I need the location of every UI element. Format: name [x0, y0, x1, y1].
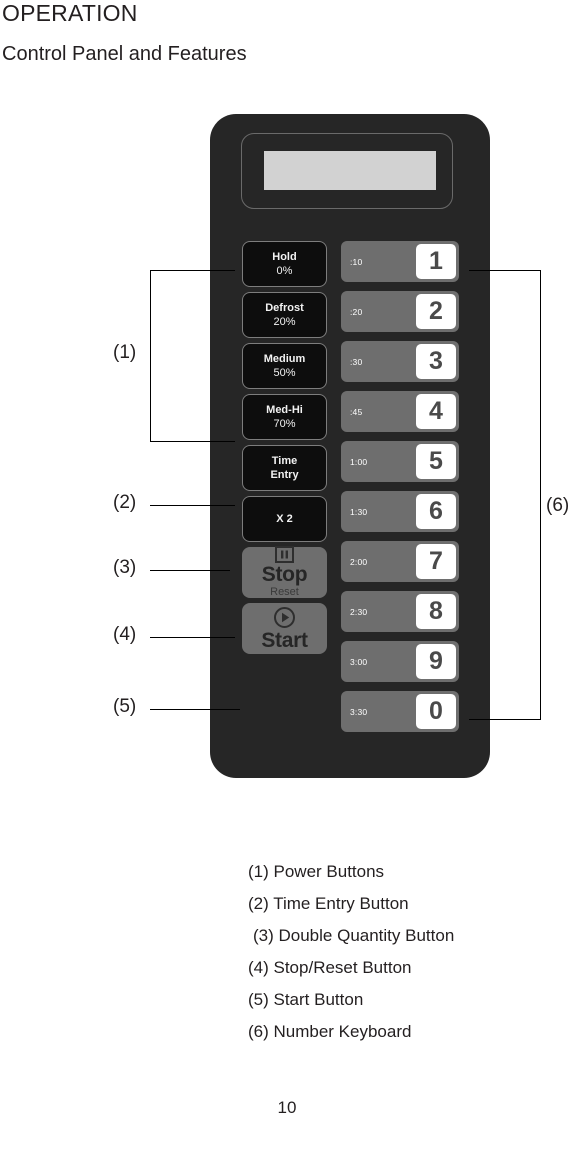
key-row-2[interactable]: :20 2 — [341, 291, 459, 332]
key-time-9: 3:00 — [350, 656, 368, 667]
page-subtitle: Control Panel and Features — [2, 43, 247, 65]
callout-label-1: (1) — [113, 342, 137, 363]
key-row-1[interactable]: :10 1 — [341, 241, 459, 282]
legend-item-4: (4) Stop/Reset Button — [248, 958, 412, 977]
power-button-med-hi[interactable]: Med-Hi 70% — [242, 394, 327, 440]
legend-list: (1) Power Buttons (2) Time Entry Button … — [248, 856, 548, 1048]
callout-leader-2 — [150, 505, 235, 506]
callout-leader-3 — [150, 570, 230, 571]
callout-bracket-1-top — [150, 270, 235, 271]
key-digit-7[interactable]: 7 — [416, 544, 456, 579]
time-entry-label-line2: Entry — [270, 469, 299, 481]
callout-leader-5 — [150, 709, 240, 710]
callout-label-2: (2) — [113, 492, 137, 513]
key-digit-5[interactable]: 5 — [416, 444, 456, 479]
time-entry-button[interactable]: Time Entry — [242, 445, 327, 491]
key-time-8: 2:30 — [350, 606, 368, 617]
key-digit-6[interactable]: 6 — [416, 494, 456, 529]
key-time-3: :30 — [350, 356, 363, 367]
callout-label-4: (4) — [113, 624, 137, 645]
key-row-4[interactable]: :45 4 — [341, 391, 459, 432]
callout-leader-4 — [150, 637, 235, 638]
key-row-3[interactable]: :30 3 — [341, 341, 459, 382]
legend-item-1: (1) Power Buttons — [248, 862, 385, 881]
start-button-label: Start — [261, 628, 308, 652]
key-digit-1[interactable]: 1 — [416, 244, 456, 279]
power-button-defrost[interactable]: Defrost 20% — [242, 292, 327, 338]
callout-bracket-6-bottom — [469, 719, 541, 720]
callout-label-6: (6) — [546, 495, 570, 516]
stop-button-label: Stop — [261, 563, 308, 586]
power-button-hold-label: Hold — [272, 251, 297, 263]
callout-label-5: (5) — [113, 696, 137, 717]
key-digit-3[interactable]: 3 — [416, 344, 456, 379]
key-row-0[interactable]: 3:30 0 — [341, 691, 459, 732]
legend-item-2: (2) Time Entry Button — [248, 894, 409, 913]
double-quantity-button[interactable]: X 2 — [242, 496, 327, 542]
page-number: 10 — [277, 1098, 297, 1117]
power-button-med-hi-percent: 70% — [273, 418, 296, 430]
power-button-medium[interactable]: Medium 50% — [242, 343, 327, 389]
callout-label-3: (3) — [113, 557, 137, 578]
key-time-0: 3:30 — [350, 706, 368, 717]
power-button-defrost-label: Defrost — [265, 302, 304, 314]
stop-button-sub-label: Reset — [270, 586, 299, 598]
control-panel: Hold 0% Defrost 20% Medium 50% Med-Hi 70… — [210, 114, 490, 778]
page-title: OPERATION — [2, 0, 138, 26]
legend-item-3: (3) Double Quantity Button — [253, 926, 455, 945]
key-row-6[interactable]: 1:30 6 — [341, 491, 459, 532]
function-button-column: Hold 0% Defrost 20% Medium 50% Med-Hi 70… — [242, 241, 327, 659]
callout-bracket-1-bottom — [150, 441, 235, 442]
key-time-1: :10 — [350, 256, 363, 267]
legend-item-6: (6) Number Keyboard — [248, 1022, 412, 1041]
key-digit-8[interactable]: 8 — [416, 594, 456, 629]
power-button-hold-percent: 0% — [276, 265, 293, 277]
legend-item-5: (5) Start Button — [248, 990, 364, 1009]
key-time-4: :45 — [350, 406, 363, 417]
key-digit-9[interactable]: 9 — [416, 644, 456, 679]
play-icon — [273, 606, 296, 629]
start-button[interactable]: Start — [242, 603, 327, 654]
key-digit-4[interactable]: 4 — [416, 394, 456, 429]
power-button-hold[interactable]: Hold 0% — [242, 241, 327, 287]
time-entry-label-line1: Time — [271, 455, 298, 467]
key-time-7: 2:00 — [350, 556, 368, 567]
power-button-med-hi-label: Med-Hi — [266, 404, 303, 416]
power-button-medium-percent: 50% — [273, 367, 296, 379]
callout-bracket-6-top — [469, 270, 541, 271]
key-digit-0[interactable]: 0 — [416, 694, 456, 729]
callout-bracket-1-vertical — [150, 270, 151, 441]
key-row-7[interactable]: 2:00 7 — [341, 541, 459, 582]
key-time-2: :20 — [350, 306, 363, 317]
power-button-defrost-percent: 20% — [273, 316, 296, 328]
lcd-display — [264, 151, 436, 190]
power-button-medium-label: Medium — [263, 353, 306, 365]
key-row-5[interactable]: 1:00 5 — [341, 441, 459, 482]
stop-reset-button[interactable]: Stop Reset — [242, 546, 327, 598]
pause-icon — [275, 546, 294, 563]
callout-bracket-6-vertical — [540, 270, 541, 719]
key-row-8[interactable]: 2:30 8 — [341, 591, 459, 632]
key-time-6: 1:30 — [350, 506, 368, 517]
number-keypad: :10 1 :20 2 :30 3 :45 4 1:00 5 1:30 6 2:… — [341, 241, 459, 741]
key-digit-2[interactable]: 2 — [416, 294, 456, 329]
key-time-5: 1:00 — [350, 456, 368, 467]
key-row-9[interactable]: 3:00 9 — [341, 641, 459, 682]
double-quantity-label: X 2 — [276, 513, 293, 525]
